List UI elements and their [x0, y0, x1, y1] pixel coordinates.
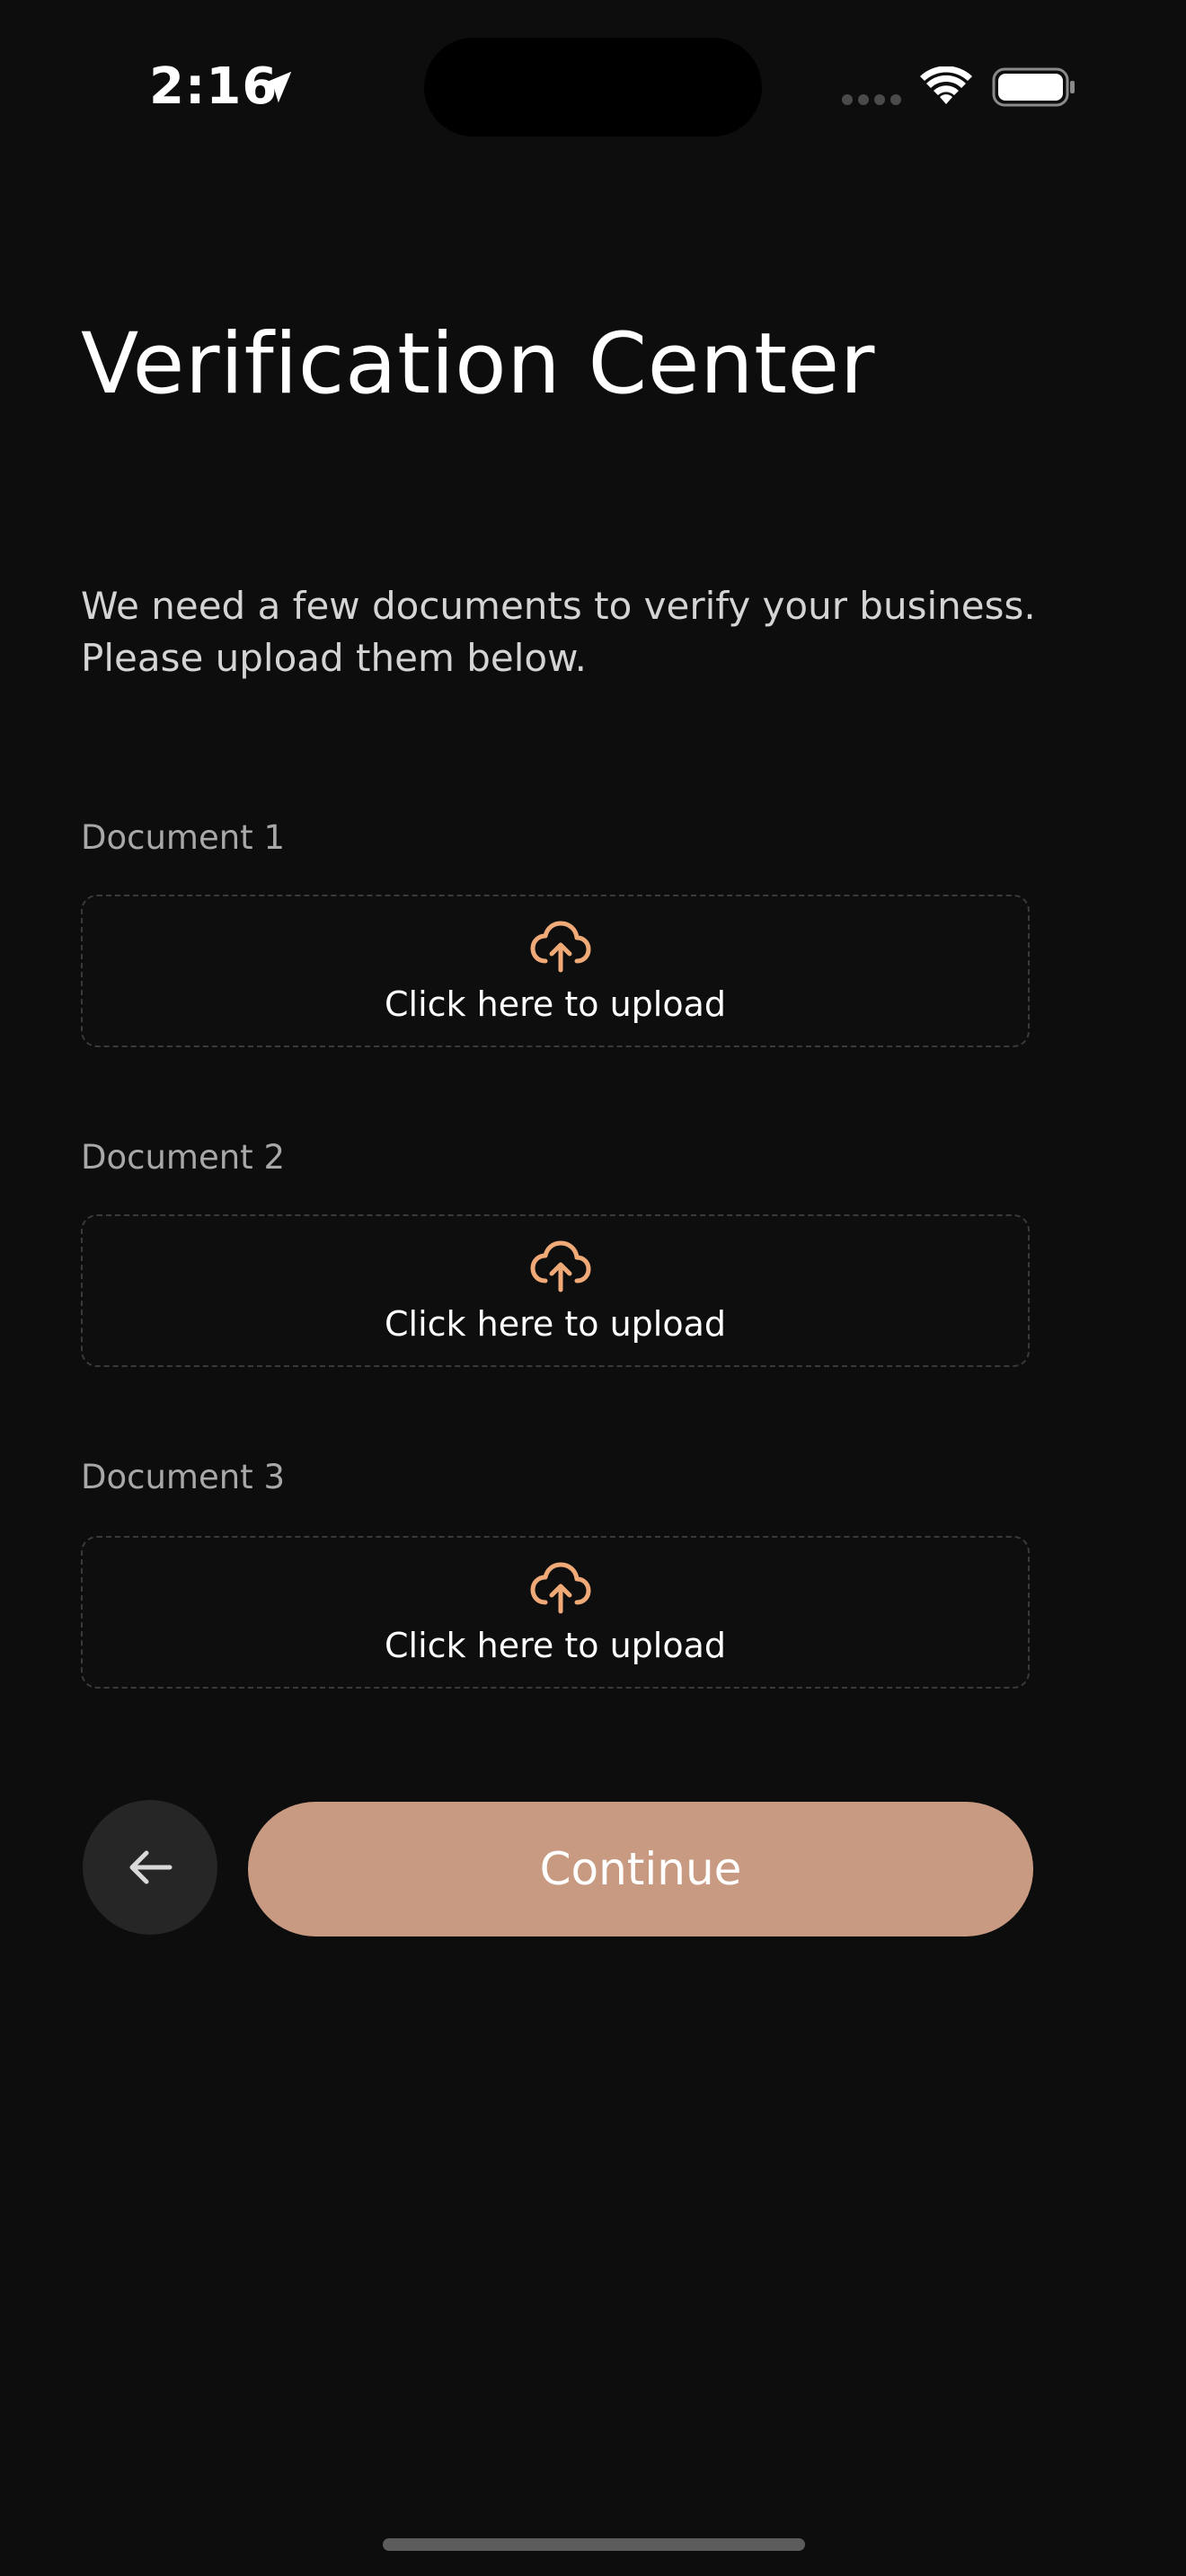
continue-button[interactable]: Continue [248, 1802, 1033, 1936]
home-indicator [383, 2538, 805, 2551]
document-2-upload-area[interactable]: Click here to upload [81, 1214, 1030, 1367]
cloud-upload-icon [530, 921, 591, 973]
document-3-upload-area[interactable]: Click here to upload [81, 1536, 1030, 1689]
dynamic-island [424, 38, 762, 137]
document-3-label: Document 3 [81, 1458, 285, 1496]
arrow-left-icon [129, 1850, 173, 1884]
document-1-upload-area[interactable]: Click here to upload [81, 895, 1030, 1047]
cloud-upload-icon [530, 1562, 591, 1614]
location-arrow-icon [260, 71, 292, 103]
battery-icon [992, 67, 1075, 107]
upload-text: Click here to upload [385, 1626, 726, 1665]
status-bar: 2:16 [0, 0, 1186, 180]
cloud-upload-icon [530, 1240, 591, 1292]
document-1-label: Document 1 [81, 818, 285, 857]
upload-text: Click here to upload [385, 984, 726, 1024]
wifi-icon [920, 66, 972, 104]
page-description: We need a few documents to verify your b… [81, 584, 1036, 680]
upload-text: Click here to upload [385, 1304, 726, 1344]
back-button[interactable] [83, 1800, 217, 1935]
signal-icon [842, 94, 901, 105]
document-2-label: Document 2 [81, 1138, 285, 1177]
page-title: Verification Center [81, 315, 875, 413]
